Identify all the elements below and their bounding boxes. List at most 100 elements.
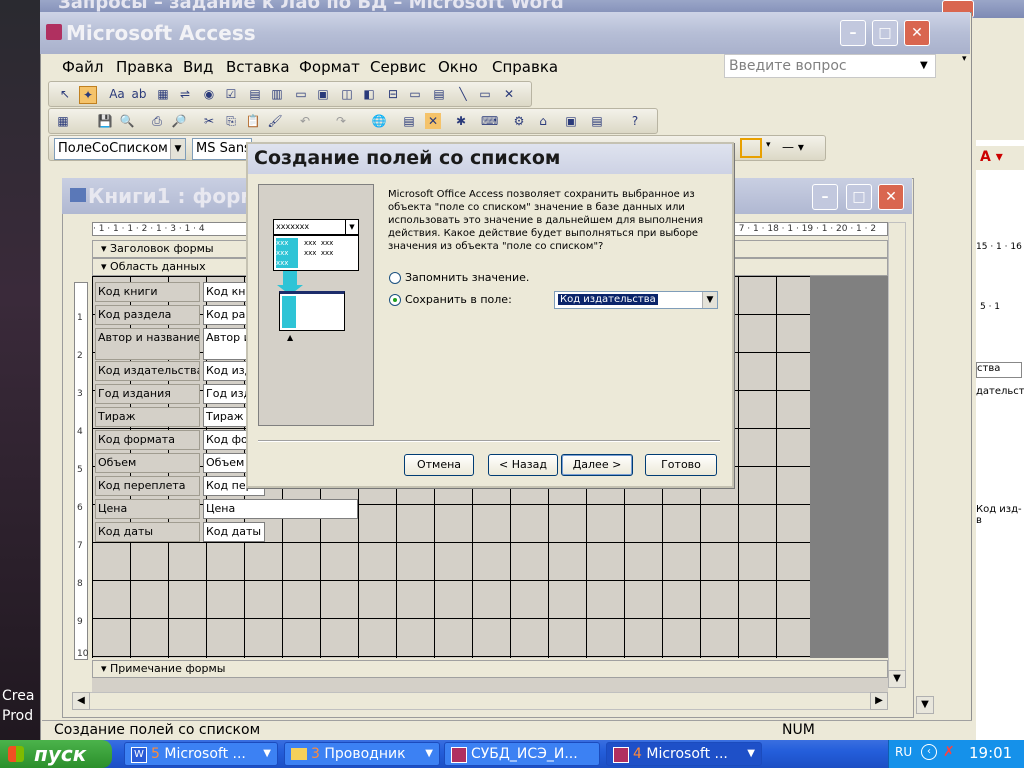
maximize-button[interactable]: □ xyxy=(872,20,898,46)
field-label[interactable]: Год издания xyxy=(95,384,200,404)
menu-window[interactable]: Окно xyxy=(438,58,478,76)
hyperlink-icon[interactable]: 🌐 xyxy=(371,113,387,129)
menu-format[interactable]: Формат xyxy=(299,58,360,76)
cancel-button[interactable]: Отмена xyxy=(404,454,474,476)
close-button[interactable]: ✕ xyxy=(904,20,930,46)
search-icon[interactable]: 🔍 xyxy=(119,113,135,129)
command-button-icon[interactable]: ▭ xyxy=(293,86,309,102)
remember-value-radio[interactable] xyxy=(389,272,401,284)
taskbar-item-word[interactable]: W 5 Microsoft ... ▼ xyxy=(124,742,278,766)
rectangle-icon[interactable]: ▭ xyxy=(477,86,493,102)
build-icon[interactable]: ⌂ xyxy=(535,113,551,129)
help-icon[interactable]: ? xyxy=(627,113,643,129)
tab-control-icon[interactable]: ▭ xyxy=(407,86,423,102)
menu-tools[interactable]: Сервис xyxy=(370,58,426,76)
form-vertical-scrollbar[interactable] xyxy=(888,222,906,688)
border-color-icon[interactable] xyxy=(740,138,762,158)
undo-icon[interactable]: ↶ xyxy=(297,113,313,129)
line-icon[interactable]: ╲ xyxy=(455,86,471,102)
copy-icon[interactable]: ⎘ xyxy=(223,113,239,129)
save-in-field-label[interactable]: Сохранить в поле: xyxy=(405,293,512,306)
cut-icon[interactable]: ✂ xyxy=(201,113,217,129)
menu-file[interactable]: Файл xyxy=(62,58,103,76)
option-group-icon[interactable]: ▦ xyxy=(155,86,171,102)
language-indicator[interactable]: RU xyxy=(895,745,912,759)
field-list-icon[interactable]: ▤ xyxy=(401,113,417,129)
field-label[interactable]: Код даты xyxy=(95,522,200,542)
chevron-left-icon[interactable]: ‹ xyxy=(921,744,937,760)
paste-icon[interactable]: 📋 xyxy=(245,113,261,129)
remember-value-label[interactable]: Запомнить значение. xyxy=(405,271,529,284)
scroll-down-icon[interactable]: ▼ xyxy=(916,696,934,714)
view-icon[interactable]: ▦ xyxy=(55,113,71,129)
page-break-icon[interactable]: ⊟ xyxy=(385,86,401,102)
font-color-icon[interactable]: A ▾ xyxy=(980,149,1003,165)
next-button[interactable]: Далее > xyxy=(561,454,633,476)
form-horizontal-scrollbar[interactable] xyxy=(72,692,888,710)
format-painter-icon[interactable]: 🖌 xyxy=(267,113,283,129)
label-icon[interactable]: Aa xyxy=(109,86,125,102)
field-label[interactable]: Код раздела xyxy=(95,305,200,325)
subform-icon[interactable]: ▤ xyxy=(431,86,447,102)
checkbox-icon[interactable]: ☑ xyxy=(223,86,239,102)
antivirus-icon[interactable]: ✗ xyxy=(943,744,955,760)
form-minimize-button[interactable]: – xyxy=(812,184,838,210)
word-toolbar-more-icon[interactable]: ▾ xyxy=(962,54,967,64)
database-window-icon[interactable]: ▣ xyxy=(563,113,579,129)
more-controls-icon[interactable]: ✕ xyxy=(501,86,517,102)
field-textbox[interactable]: Цена xyxy=(203,499,358,519)
print-icon[interactable]: ⎙ xyxy=(149,113,165,129)
back-button[interactable]: < Назад xyxy=(488,454,558,476)
menu-insert[interactable]: Вставка xyxy=(226,58,290,76)
toggle-button-icon[interactable]: ⇌ xyxy=(177,86,193,102)
taskbar-item-subd[interactable]: СУБД_ИСЭ_И... xyxy=(444,742,600,766)
field-label[interactable]: Код формата xyxy=(95,430,200,450)
field-textbox[interactable]: Код даты xyxy=(203,522,265,542)
save-icon[interactable]: 💾 xyxy=(97,113,113,129)
ask-question-input[interactable]: Введите вопрос xyxy=(724,54,936,78)
scroll-down-icon[interactable]: ▼ xyxy=(888,670,906,688)
form-close-button[interactable]: ✕ xyxy=(878,184,904,210)
field-label[interactable]: Код переплета xyxy=(95,476,200,496)
unbound-object-icon[interactable]: ◫ xyxy=(339,86,355,102)
form-maximize-button[interactable]: □ xyxy=(846,184,872,210)
menu-edit[interactable]: Правка xyxy=(116,58,173,76)
save-field-select[interactable]: Код издательства ▼ xyxy=(554,291,718,309)
finish-button[interactable]: Готово xyxy=(645,454,717,476)
bound-object-icon[interactable]: ◧ xyxy=(361,86,377,102)
field-label[interactable]: Код книги xyxy=(95,282,200,302)
chevron-down-icon[interactable]: ▼ xyxy=(170,139,185,159)
new-object-icon[interactable]: ▤ xyxy=(589,113,605,129)
redo-icon[interactable]: ↷ xyxy=(333,113,349,129)
image-icon[interactable]: ▣ xyxy=(315,86,331,102)
select-objects-icon[interactable]: ↖ xyxy=(57,86,73,102)
properties-icon[interactable]: ⚙ xyxy=(511,113,527,129)
ask-dropdown-icon[interactable]: ▼ xyxy=(920,60,928,71)
field-label[interactable]: Объем xyxy=(95,453,200,473)
menu-view[interactable]: Вид xyxy=(183,58,213,76)
font-combo[interactable]: MS Sans xyxy=(192,138,252,160)
save-in-field-radio[interactable] xyxy=(389,294,401,306)
scroll-right-icon[interactable]: ▶ xyxy=(870,692,888,710)
toolbox-icon[interactable]: ✕ xyxy=(425,113,441,129)
print-preview-icon[interactable]: 🔎 xyxy=(171,113,187,129)
line-width-icon[interactable]: — ▾ xyxy=(782,140,804,154)
control-wizards-icon[interactable]: ✦ xyxy=(79,86,97,104)
field-label[interactable]: Код издательства xyxy=(95,361,200,381)
start-button[interactable]: пуск xyxy=(0,740,112,768)
textbox-icon[interactable]: ab xyxy=(131,86,147,102)
field-label[interactable]: Цена xyxy=(95,499,200,519)
chevron-down-icon[interactable]: ▼ xyxy=(702,292,717,308)
taskbar-item-explorer[interactable]: 3 Проводник ▼ xyxy=(284,742,440,766)
taskbar-item-access[interactable]: 4 Microsoft ... ▼ xyxy=(606,742,762,766)
form-footer-section[interactable]: ▾ Примечание формы xyxy=(92,660,888,678)
object-combo[interactable]: ПолеСоСписком ▼ xyxy=(54,138,186,160)
combo-box-icon[interactable]: ▤ xyxy=(247,86,263,102)
menu-help[interactable]: Справка xyxy=(492,58,558,76)
field-label[interactable]: Тираж xyxy=(95,407,200,427)
minimize-button[interactable]: – xyxy=(840,20,866,46)
scroll-left-icon[interactable]: ◀ xyxy=(72,692,90,710)
field-label[interactable]: Автор и название xyxy=(95,328,200,360)
chevron-down-icon[interactable]: ▾ xyxy=(766,140,771,150)
autoformat-icon[interactable]: ✱ xyxy=(453,113,469,129)
